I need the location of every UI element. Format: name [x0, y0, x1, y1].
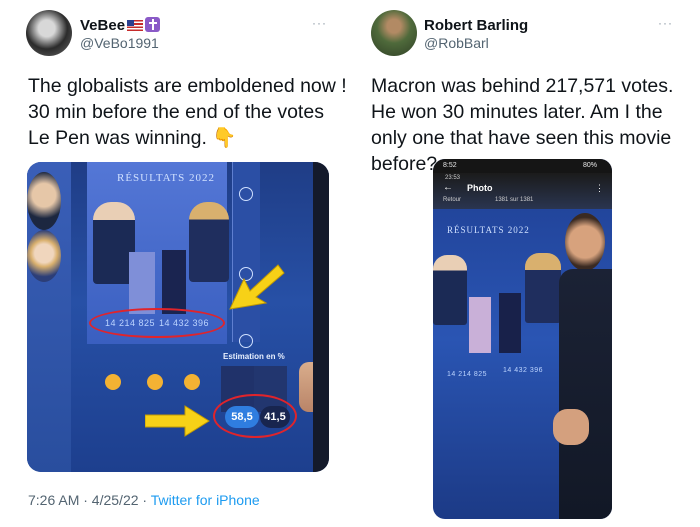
results-header: RÉSULTATS 2022: [117, 172, 215, 184]
tweet-metadata: 7:26 AM · 4/25/22 · Twitter for iPhone: [28, 492, 260, 508]
presenter-suit: [559, 269, 612, 519]
yellow-arrow-icon: [229, 264, 285, 310]
info-icon: [239, 334, 253, 348]
presenter-suit: [313, 162, 329, 472]
tweet-text: The globalists are emboldened now ! 30 m…: [28, 75, 347, 149]
results-header: RÉSULTATS 2022: [447, 225, 530, 235]
menu-icon: ⋮: [595, 183, 604, 193]
result-bar: [469, 297, 491, 353]
candidate-thumbnail: [27, 172, 61, 230]
presenter-hands: [553, 409, 589, 445]
red-highlight-circle: [89, 308, 225, 338]
percentage-right: 41,5: [260, 406, 290, 428]
avatar[interactable]: [371, 10, 417, 56]
emoji-icon: [105, 374, 121, 390]
back-label: Retour: [443, 197, 462, 203]
us-flag-icon: [127, 20, 144, 31]
more-options-icon[interactable]: ···: [658, 16, 673, 30]
tweet-media-image[interactable]: RÉSULTATS 2022 14 214 825 14 432 396 Est…: [27, 162, 329, 472]
author-handle[interactable]: @VeBo1991: [80, 35, 159, 51]
battery-level: 80%: [583, 162, 598, 169]
vote-count-left: 14 214 825: [447, 371, 488, 378]
photo-counter: 1381 sur 1381: [495, 197, 534, 203]
candidate-photo: [525, 253, 561, 323]
percentage-left: 58,5: [225, 406, 259, 428]
author-name[interactable]: Robert Barling: [424, 17, 528, 34]
author-name[interactable]: VeBee: [80, 17, 161, 34]
tv-circle-icon: [239, 187, 253, 201]
estimation-label: Estimation en %: [223, 352, 285, 361]
candidate-photo: [433, 255, 467, 325]
emoji-icon: [184, 374, 200, 390]
emoji-icon: [147, 374, 163, 390]
avatar[interactable]: [26, 10, 72, 56]
tweet-source-link[interactable]: Twitter for iPhone: [151, 492, 260, 508]
result-bar: [162, 250, 186, 314]
candidate-thumbnail: [27, 230, 61, 282]
tweet-card-robert-barling[interactable]: Robert Barling @RobBarl ··· Macron was b…: [355, 0, 700, 527]
sub-time: 23:53: [445, 175, 461, 181]
vote-count-right: 14 432 396: [503, 367, 544, 374]
yellow-arrow-icon: [145, 405, 210, 437]
timestamp[interactable]: 7:26 AM · 4/25/22 ·: [28, 492, 151, 508]
author-handle[interactable]: @RobBarl: [424, 35, 489, 51]
result-bar: [129, 252, 155, 314]
photo-title: Photo: [467, 183, 493, 193]
cross-icon: [145, 17, 161, 32]
tweet-card-vebee[interactable]: VeBee @VeBo1991 ··· The globalists are e…: [0, 0, 350, 527]
more-options-icon[interactable]: ···: [312, 16, 327, 30]
presenter-head: [565, 213, 605, 271]
result-bar: [499, 293, 521, 353]
back-arrow-icon: ←: [443, 182, 453, 193]
tweet-media-image[interactable]: 8:52 80% 23:53 ← Photo Retour 1381 sur 1…: [433, 159, 612, 519]
author-name-text[interactable]: VeBee: [80, 17, 125, 34]
status-time: 8:52: [443, 162, 457, 169]
